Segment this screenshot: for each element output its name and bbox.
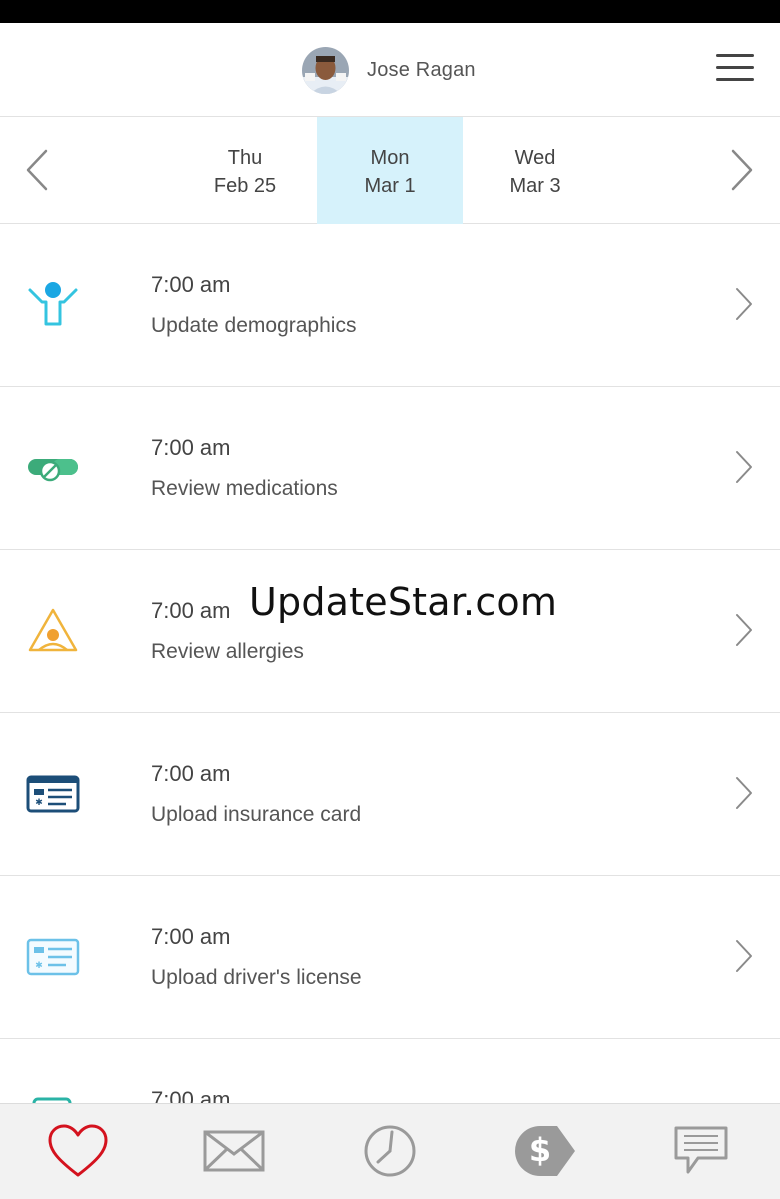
hamburger-menu-icon[interactable] — [716, 54, 754, 82]
chevron-right-icon[interactable] — [733, 449, 755, 485]
svg-text:$: $ — [529, 1131, 551, 1169]
task-title: Review allergies — [151, 640, 304, 663]
task-time: 7:00 am — [151, 1087, 231, 1103]
tab-chat[interactable] — [666, 1118, 736, 1184]
chevron-left-icon[interactable] — [22, 145, 52, 195]
task-time: 7:00 am — [151, 272, 231, 297]
chevron-right-icon[interactable] — [733, 286, 755, 322]
chevron-right-icon[interactable] — [733, 938, 755, 974]
task-time: 7:00 am — [151, 598, 231, 623]
date-tab-date: Mar 3 — [509, 175, 561, 197]
tab-health[interactable] — [43, 1118, 113, 1184]
app-header: Jose Ragan — [0, 23, 780, 117]
date-tab-3[interactable]: Wed Mar 3 — [462, 117, 608, 224]
svg-text:✱: ✱ — [35, 798, 43, 808]
tab-billing[interactable]: $ — [510, 1118, 580, 1184]
tab-appointments[interactable] — [355, 1118, 425, 1184]
date-tab-1[interactable]: Thu Feb 25 — [172, 117, 318, 224]
envelope-icon — [203, 1130, 265, 1172]
task-row-partial[interactable]: 7:00 am — [0, 1039, 780, 1103]
task-row-upload-drivers-license[interactable]: ✱ 7:00 am Upload driver's license — [0, 876, 780, 1039]
task-time: 7:00 am — [151, 761, 231, 786]
task-row-update-demographics[interactable]: 7:00 am Update demographics — [0, 224, 780, 387]
chevron-right-icon[interactable] — [727, 145, 757, 195]
date-tab-2-selected[interactable]: Mon Mar 1 — [317, 117, 463, 224]
status-bar — [0, 0, 780, 23]
task-row-upload-insurance-card[interactable]: ✱ 7:00 am Upload insurance card — [0, 713, 780, 876]
tab-messages[interactable] — [199, 1118, 269, 1184]
chevron-right-icon[interactable] — [733, 612, 755, 648]
task-title: Upload driver's license — [151, 966, 362, 989]
card-icon — [26, 1093, 80, 1103]
svg-text:✱: ✱ — [35, 961, 43, 971]
watermark-text: UpdateStar.com — [249, 580, 558, 624]
warning-triangle-icon — [26, 604, 80, 658]
date-tab-weekday: Mon — [370, 147, 410, 169]
task-title: Review medications — [151, 477, 338, 500]
date-tab-weekday: Thu — [227, 147, 263, 169]
bottom-tab-bar: $ — [0, 1103, 780, 1199]
pill-capsule-icon — [26, 441, 80, 495]
chevron-right-icon[interactable] — [733, 775, 755, 811]
user-name: Jose Ragan — [367, 58, 476, 81]
user-profile[interactable]: Jose Ragan — [302, 46, 476, 94]
dollar-tag-icon: $ — [515, 1126, 575, 1176]
insurance-card-icon: ✱ — [26, 767, 80, 821]
clock-icon — [364, 1125, 416, 1177]
date-tab-date: Feb 25 — [213, 175, 277, 197]
task-time: 7:00 am — [151, 435, 231, 460]
task-row-review-allergies[interactable]: 7:00 am Review allergies — [0, 550, 780, 713]
avatar[interactable] — [302, 46, 349, 94]
date-tab-date: Mar 1 — [364, 175, 416, 197]
task-row-review-medications[interactable]: 7:00 am Review medications — [0, 387, 780, 550]
task-time: 7:00 am — [151, 924, 231, 949]
chat-bubble-icon — [674, 1126, 728, 1174]
task-title: Upload insurance card — [151, 803, 362, 826]
task-title: Update demographics — [151, 314, 357, 337]
date-tab-weekday: Wed — [514, 147, 556, 169]
id-card-icon: ✱ — [26, 930, 80, 984]
person-raised-arms-icon — [26, 278, 80, 332]
task-list: 7:00 am Update demographics 7:00 am Revi… — [0, 224, 780, 1103]
date-selector: Thu Feb 25 Mon Mar 1 Wed Mar 3 — [0, 117, 780, 224]
heart-icon — [48, 1124, 108, 1177]
